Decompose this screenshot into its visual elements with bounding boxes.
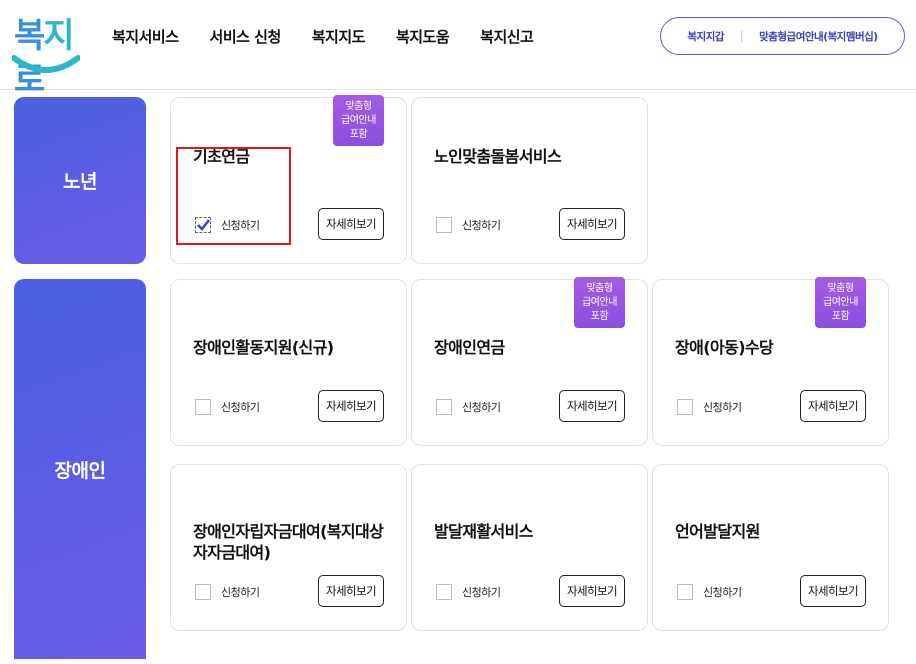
service-card: 장애인자립자금대여(복지대상자자금대여) 신청하기 자세히보기 [170, 464, 407, 631]
apply-checkbox[interactable] [195, 584, 211, 600]
service-title: 발달재활서비스 [434, 522, 533, 541]
nav-welfare-help[interactable]: 복지도움 [396, 24, 450, 50]
service-title: 장애인연금 [434, 338, 505, 357]
header-links-pill: 복지지갑 | 맞춤형급여안내(복지멤버십) [660, 17, 905, 55]
custom-benefit-badge: 맞춤형 급여안내 포함 [815, 277, 866, 328]
membership-link[interactable]: 맞춤형급여안내(복지멤버십) [759, 29, 878, 44]
apply-checkbox-row[interactable]: 신청하기 [677, 583, 742, 601]
service-title: 언어발달지원 [675, 522, 760, 541]
category-disabled: 장애인 [14, 279, 146, 659]
apply-label: 신청하기 [462, 219, 501, 232]
service-card: 발달재활서비스 신청하기 자세히보기 [411, 464, 648, 631]
apply-label: 신청하기 [462, 401, 501, 414]
detail-button[interactable]: 자세히보기 [318, 575, 384, 607]
apply-checkbox[interactable] [436, 584, 452, 600]
apply-checkbox-row[interactable]: 신청하기 [195, 216, 260, 234]
welfare-wallet-link[interactable]: 복지지갑 [687, 29, 724, 44]
service-title: 장애인자립자금대여(복지대상자자금대여) [193, 522, 384, 562]
service-card: 언어발달지원 신청하기 자세히보기 [652, 464, 889, 631]
category-elderly: 노년 [14, 97, 146, 264]
nav-welfare-map[interactable]: 복지지도 [312, 24, 366, 50]
apply-checkbox[interactable] [436, 217, 452, 233]
logo-smile-icon [12, 55, 80, 73]
apply-checkbox[interactable] [195, 399, 211, 415]
apply-label: 신청하기 [462, 586, 501, 599]
service-card: 노인맞춤돌봄서비스 신청하기 자세히보기 [411, 97, 648, 264]
service-card: 장애인활동지원(신규) 신청하기 자세히보기 [170, 279, 407, 446]
apply-checkbox-row[interactable]: 신청하기 [436, 216, 501, 234]
apply-checkbox-row[interactable]: 신청하기 [677, 398, 742, 416]
detail-button[interactable]: 자세히보기 [800, 575, 866, 607]
site-logo[interactable]: 복지로 [12, 14, 82, 100]
apply-checkbox-row[interactable]: 신청하기 [436, 398, 501, 416]
apply-checkbox[interactable] [436, 399, 452, 415]
service-card: 맞춤형 급여안내 포함 장애(아동)수당 신청하기 자세히보기 [652, 277, 889, 446]
apply-checkbox[interactable] [677, 399, 693, 415]
detail-button[interactable]: 자세히보기 [559, 208, 625, 240]
apply-checkbox[interactable] [195, 217, 211, 233]
detail-button[interactable]: 자세히보기 [318, 390, 384, 422]
detail-button[interactable]: 자세히보기 [318, 208, 384, 240]
nav-welfare-service[interactable]: 복지서비스 [112, 24, 179, 50]
service-card: 맞춤형 급여안내 포함 기초연금 신청하기 자세히보기 [170, 95, 407, 264]
detail-button[interactable]: 자세히보기 [800, 390, 866, 422]
service-title: 장애인활동지원(신규) [193, 338, 334, 357]
detail-button[interactable]: 자세히보기 [559, 575, 625, 607]
site-header: 복지로 복지서비스 서비스 신청 복지지도 복지도움 복지신고 복지지갑 | 맞… [0, 0, 916, 100]
apply-checkbox-row[interactable]: 신청하기 [436, 583, 501, 601]
custom-benefit-badge: 맞춤형 급여안내 포함 [574, 277, 625, 328]
apply-checkbox-row[interactable]: 신청하기 [195, 583, 260, 601]
service-title: 기초연금 [193, 147, 250, 166]
apply-checkbox-row[interactable]: 신청하기 [195, 398, 260, 416]
apply-label: 신청하기 [221, 401, 260, 414]
apply-label: 신청하기 [221, 586, 260, 599]
check-icon [197, 219, 211, 231]
service-title: 장애(아동)수당 [675, 338, 774, 357]
apply-checkbox[interactable] [677, 584, 693, 600]
apply-label: 신청하기 [703, 401, 742, 414]
custom-benefit-badge: 맞춤형 급여안내 포함 [333, 95, 384, 146]
nav-welfare-report[interactable]: 복지신고 [480, 24, 534, 50]
nav-service-apply[interactable]: 서비스 신청 [210, 24, 282, 50]
service-card: 맞춤형 급여안내 포함 장애인연금 신청하기 자세히보기 [411, 277, 648, 446]
main-nav: 복지서비스 서비스 신청 복지지도 복지도움 복지신고 [112, 24, 564, 50]
pill-divider: | [740, 30, 744, 42]
service-title: 노인맞춤돌봄서비스 [434, 147, 562, 166]
detail-button[interactable]: 자세히보기 [559, 390, 625, 422]
apply-label: 신청하기 [703, 586, 742, 599]
apply-label: 신청하기 [221, 219, 260, 232]
